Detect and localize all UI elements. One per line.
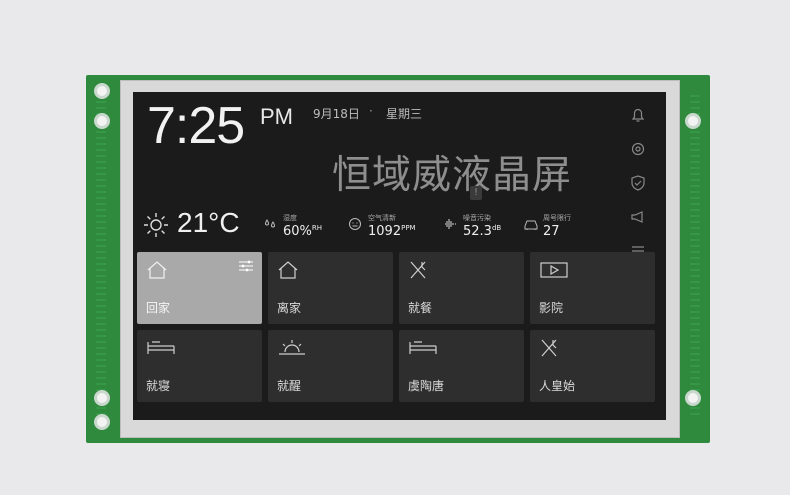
scene-tile-cinema[interactable]: 影院 bbox=[530, 252, 655, 324]
tile-label: 影院 bbox=[539, 301, 564, 315]
settings-sliders-icon[interactable] bbox=[238, 260, 254, 272]
mount-hole bbox=[94, 390, 110, 406]
stat-value: 60%RH bbox=[283, 224, 323, 239]
bed-icon bbox=[147, 341, 175, 354]
stat-value: 52.3dB bbox=[463, 224, 502, 239]
mount-hole bbox=[94, 414, 110, 430]
scene-tile-dining[interactable]: 就餐 bbox=[399, 252, 524, 324]
clock-time: 7:25 bbox=[147, 97, 245, 155]
air-quality-icon bbox=[349, 218, 361, 230]
mount-hole bbox=[685, 390, 701, 406]
scene-tile-custom-1[interactable]: 虞陶唐 bbox=[399, 330, 524, 402]
car-icon bbox=[524, 220, 538, 230]
home-icon bbox=[147, 261, 167, 279]
side-toolbar bbox=[629, 106, 651, 276]
tile-label: 就醒 bbox=[277, 379, 302, 393]
bell-icon[interactable] bbox=[629, 106, 647, 124]
tile-label: 虞陶唐 bbox=[408, 379, 445, 393]
play-icon bbox=[540, 262, 568, 278]
weekday-label: 星期三 bbox=[386, 107, 423, 121]
utensils-icon bbox=[410, 261, 426, 279]
scene-tile-sleep[interactable]: 就寝 bbox=[137, 330, 262, 402]
scene-tile-away[interactable]: 离家 bbox=[268, 252, 393, 324]
home-icon bbox=[278, 261, 298, 279]
brand-watermark: 恒域威液晶屏 bbox=[332, 153, 573, 198]
pcb-traces bbox=[96, 95, 106, 415]
humidity-icon bbox=[265, 219, 275, 228]
date-separator: · bbox=[369, 104, 373, 118]
sunrise-icon bbox=[279, 340, 305, 355]
tile-label: 离家 bbox=[277, 301, 302, 315]
stat-value: 1092PPM bbox=[368, 224, 416, 239]
pcb-traces bbox=[690, 95, 700, 415]
tile-label: 人皇始 bbox=[539, 379, 576, 393]
stat-label: 空气清新 bbox=[368, 214, 396, 222]
megaphone-icon[interactable] bbox=[629, 208, 647, 226]
sun-icon bbox=[144, 213, 168, 237]
mount-hole bbox=[94, 113, 110, 129]
stat-label: 周号限行 bbox=[543, 214, 571, 222]
temperature-value: 21°C bbox=[177, 207, 240, 238]
stat-label: 湿度 bbox=[283, 214, 297, 222]
utensils-icon bbox=[541, 339, 557, 357]
scene-tile-custom-2[interactable]: 人皇始 bbox=[530, 330, 655, 402]
mount-hole bbox=[94, 83, 110, 99]
tile-label: 就寝 bbox=[146, 379, 171, 393]
bed-icon bbox=[409, 341, 437, 354]
stat-value: 27 bbox=[543, 224, 560, 239]
lcd-screen: 7:25 PM 9月18日 · 星期三 恒域威液晶屏 ! 21°C 湿度 60%… bbox=[133, 92, 666, 420]
noise-icon bbox=[445, 219, 456, 229]
scene-tile-home[interactable]: 回家 bbox=[137, 252, 262, 324]
tile-label: 就餐 bbox=[408, 301, 433, 315]
mount-hole bbox=[685, 113, 701, 129]
gear-icon[interactable] bbox=[629, 140, 647, 158]
tile-label: 回家 bbox=[146, 301, 171, 315]
stat-label: 噪音污染 bbox=[463, 214, 491, 222]
shield-icon[interactable] bbox=[629, 174, 647, 192]
date-label: 9月18日 bbox=[313, 107, 360, 121]
clock-ampm: PM bbox=[260, 104, 293, 129]
scene-tile-wake[interactable]: 就醒 bbox=[268, 330, 393, 402]
warning-icon: ! bbox=[470, 186, 482, 200]
